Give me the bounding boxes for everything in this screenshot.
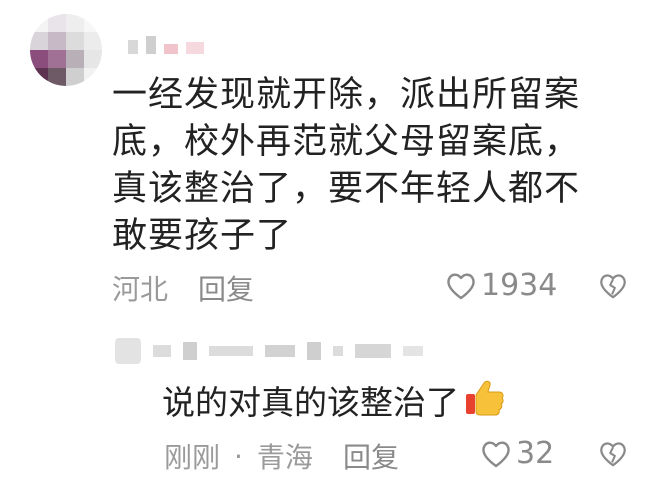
reply-text: 说的对真的该整治了 [162, 382, 459, 422]
comment-like-count: 1934 [481, 268, 558, 303]
thumbs-up-emoji-icon [463, 375, 507, 430]
reply-reply-button[interactable]: 回复 [343, 436, 399, 476]
heart-outline-icon [445, 271, 477, 301]
comment-reply-button[interactable]: 回复 [198, 268, 254, 308]
reply-like-button[interactable]: 32 [480, 436, 554, 471]
reply-username-obscured[interactable] [115, 338, 423, 364]
reply-like-count: 32 [516, 436, 555, 471]
reply-meta: 刚刚 · 青海 回复 [164, 436, 399, 476]
username-obscured[interactable] [128, 36, 204, 54]
avatar[interactable] [30, 14, 102, 86]
comment-text: 一经发现就开除，派出所留案底，校外再范就父母留案底，真该整治了，要不年轻人都不敢… [112, 75, 581, 256]
broken-heart-icon[interactable] [598, 440, 628, 468]
comment-location: 河北 [112, 273, 169, 306]
reply-location: 青海 [256, 441, 313, 474]
heart-outline-icon [480, 439, 512, 469]
comment-meta: 河北 回复 [112, 268, 254, 308]
comment-like-button[interactable]: 1934 [445, 268, 557, 303]
meta-separator: · [234, 439, 243, 473]
reply-time: 刚刚 [164, 441, 221, 474]
broken-heart-icon[interactable] [598, 272, 628, 300]
reply-text-row: 说的对真的该整治了 [162, 375, 507, 430]
